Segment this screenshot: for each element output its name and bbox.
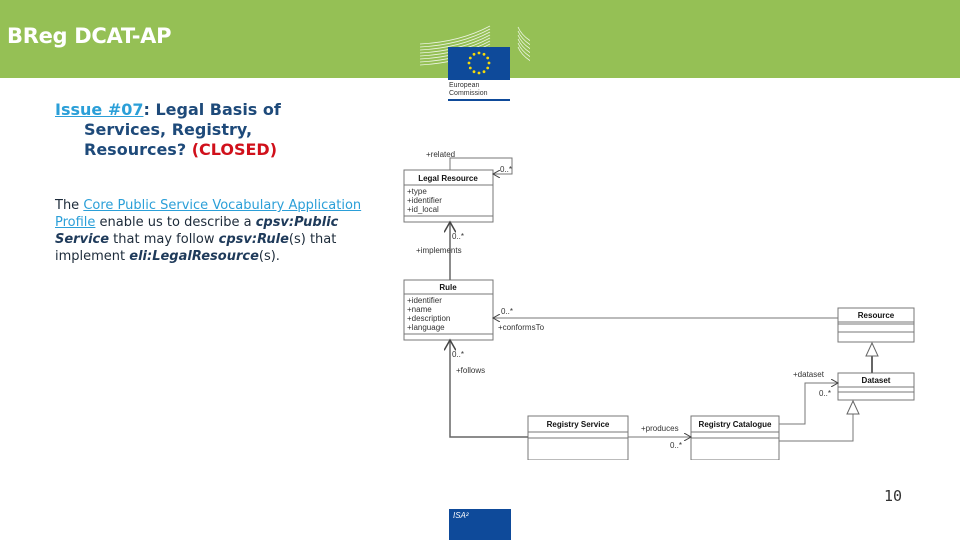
ec-logo-line1: European <box>449 82 480 89</box>
assoc-multiplicity: 0..* <box>670 441 682 450</box>
assoc-multiplicity: 0..* <box>500 165 512 174</box>
class-registry-service: Registry Service <box>527 415 629 460</box>
status-badge: (CLOSED) <box>191 140 278 159</box>
assoc-conforms-to: 0..* +conformsTo <box>493 307 838 332</box>
class-name: Registry Catalogue <box>699 420 772 429</box>
assoc-produces: +produces 0..* <box>628 424 691 450</box>
class-attribute: +description <box>407 314 450 323</box>
issue-title-line2: Services, Registry, <box>84 120 253 139</box>
assoc-implements: 0..* +implements <box>416 222 464 280</box>
ec-logo-line2: Commission <box>449 90 488 97</box>
issue-title-line3: Resources? (CLOSED) <box>55 140 385 160</box>
class-name: Rule <box>439 283 457 292</box>
class-attribute: +id_local <box>407 205 439 214</box>
isa-logo-text: ISA² <box>453 511 469 520</box>
ec-logo-underline <box>448 99 510 101</box>
assoc-label: +implements <box>416 246 462 255</box>
class-resource: Resource <box>837 307 915 343</box>
issue-title-part1: : Legal Basis of <box>143 100 281 119</box>
uml-diagram: Legal Resource +type +identifier +id_loc… <box>403 150 915 460</box>
assoc-follows: 0..* +follows <box>450 340 528 438</box>
term-legal-resource: eli:LegalResource <box>129 249 259 264</box>
assoc-multiplicity: 0..* <box>501 307 513 316</box>
issue-link[interactable]: Issue #07 <box>55 100 143 119</box>
body-end: (s). <box>258 249 280 264</box>
assoc-dataset: +dataset 0..* <box>779 370 838 425</box>
term-rule: cpsv:Rule <box>218 232 289 247</box>
class-attribute: +identifier <box>407 196 442 205</box>
body-mid1: that may follow <box>109 232 219 247</box>
class-attribute: +identifier <box>407 296 442 305</box>
assoc-multiplicity: 0..* <box>452 350 464 359</box>
class-attribute: +language <box>407 323 445 332</box>
assoc-label: +dataset <box>793 370 825 379</box>
class-attribute: +name <box>407 305 432 314</box>
assoc-multiplicity: 0..* <box>819 389 831 398</box>
body-intro: The <box>55 198 84 213</box>
assoc-label: +conformsTo <box>498 323 545 332</box>
class-registry-catalogue: Registry Catalogue <box>690 415 780 460</box>
assoc-multiplicity: 0..* <box>452 232 464 241</box>
generalization-catalogue-dataset <box>779 399 860 442</box>
isa-logo: ISA² <box>449 509 511 540</box>
body-after-link: enable us to describe a <box>95 215 256 230</box>
description-paragraph: The Core Public Service Vocabulary Appli… <box>55 197 375 265</box>
class-name: Registry Service <box>547 420 610 429</box>
class-name: Legal Resource <box>418 174 478 183</box>
eu-flag-icon <box>448 47 510 80</box>
class-name: Dataset <box>862 376 891 385</box>
class-name: Resource <box>858 311 895 320</box>
class-attribute: +type <box>407 187 427 196</box>
assoc-label: +related <box>426 150 455 159</box>
assoc-label: +produces <box>641 424 679 433</box>
issue-title-line3-text: Resources? <box>84 140 187 159</box>
european-commission-logo: European Commission <box>420 24 530 102</box>
slide-title: BReg DCAT-AP <box>7 24 172 48</box>
issue-heading: Issue #07: Legal Basis of Services, Regi… <box>55 100 385 160</box>
class-dataset: Dataset <box>837 372 915 401</box>
ec-logo-text: European Commission <box>449 82 488 98</box>
generalization-dataset-resource <box>865 341 879 373</box>
class-rule: Rule +identifier +name +description +lan… <box>403 279 494 341</box>
assoc-label: +follows <box>456 366 485 375</box>
page-number: 10 <box>884 487 903 505</box>
class-legal-resource: Legal Resource +type +identifier +id_loc… <box>403 169 494 223</box>
